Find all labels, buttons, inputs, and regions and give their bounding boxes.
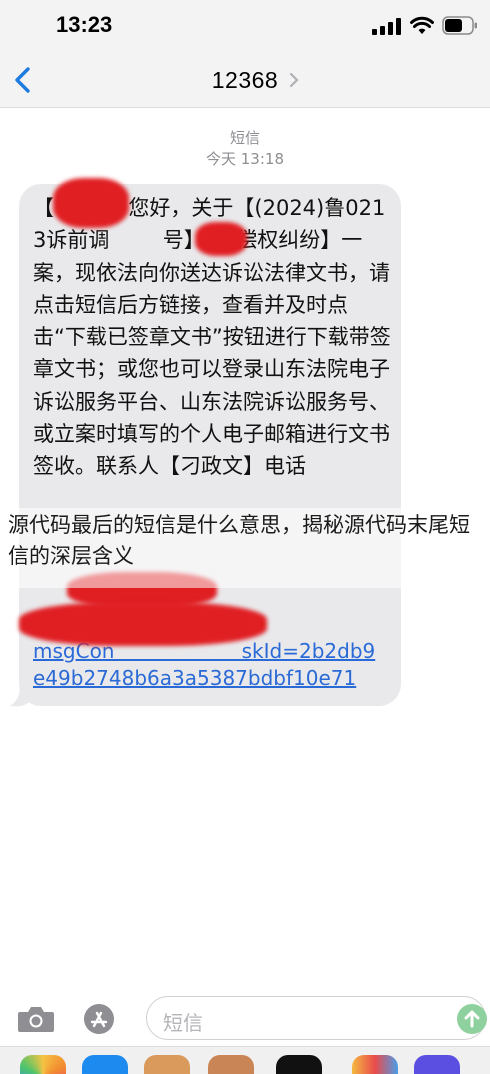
chevron-right-icon[interactable] [289,72,299,88]
app-drawer [0,1046,490,1074]
status-time: 13:23 [56,12,113,37]
memoji-app-icon[interactable] [144,1055,190,1074]
memoji-sticker-app-icon[interactable] [208,1055,254,1074]
find-my-app-icon[interactable] [414,1055,460,1074]
send-button[interactable] [457,1004,487,1034]
status-bar: 13:23 [0,0,490,52]
battery-icon [442,16,477,35]
conversation-header: 12368 [0,52,490,108]
message-bubble[interactable]: 【 】您好，关于【(2024)鲁0213诉前调 号】【追偿权纠纷】一案，现依法向… [19,178,401,706]
digital-touch-app-icon[interactable] [276,1055,322,1074]
camera-icon[interactable] [17,1005,55,1033]
message-input-placeholder: 短信 [163,1011,203,1035]
redaction-mark [19,602,267,646]
message-input[interactable]: 短信 [146,996,487,1040]
cellular-signal-icon [372,18,402,35]
message-meta: 短信 今天 13:18 [0,128,490,170]
games-app-icon[interactable] [352,1055,398,1074]
contact-name[interactable]: 12368 [0,67,490,94]
redaction-mark [53,178,129,228]
redaction-mark [195,222,247,256]
caption-overlay: 源代码最后的短信是什么意思，揭秘源代码末尾短信的深层含义 [0,508,490,588]
message-timestamp: 今天 13:18 [206,150,284,168]
app-store-icon[interactable] [83,1003,115,1035]
caption-text: 源代码最后的短信是什么意思，揭秘源代码末尾短信的深层含义 [8,513,470,568]
compose-bar: 短信 [0,988,490,1046]
message-service-label: 短信 [229,129,260,147]
photos-app-icon[interactable] [20,1055,66,1074]
arrow-up-icon [464,1010,480,1028]
wifi-icon [410,16,434,34]
app-store-app-icon[interactable] [82,1055,128,1074]
